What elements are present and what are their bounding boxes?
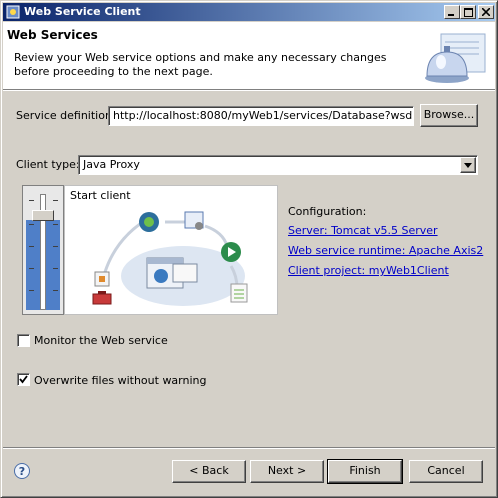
slider-tick bbox=[53, 246, 58, 247]
window-title: Web Service Client bbox=[24, 5, 141, 18]
minimize-icon bbox=[448, 14, 454, 16]
client-level-slider[interactable] bbox=[22, 185, 64, 315]
maximize-button[interactable] bbox=[460, 5, 476, 19]
wizard-header: Web Services Review your Web service opt… bbox=[3, 22, 495, 89]
help-icon[interactable]: ? bbox=[13, 462, 31, 480]
service-definition-value: http://localhost:8080/myWeb1/services/Da… bbox=[113, 109, 414, 122]
client-project-link[interactable]: Client project: myWeb1Client bbox=[288, 264, 449, 277]
slider-tick bbox=[29, 246, 34, 247]
maximize-icon bbox=[463, 7, 473, 17]
checkmark-icon bbox=[19, 375, 28, 384]
monitor-label: Monitor the Web service bbox=[34, 334, 168, 347]
start-icon bbox=[184, 211, 204, 230]
close-icon bbox=[482, 8, 490, 16]
client-level-illustration: Start client bbox=[64, 185, 278, 315]
lifecycle-diagram bbox=[92, 211, 248, 306]
browse-button[interactable]: Browse... bbox=[420, 104, 478, 127]
deploy-icon bbox=[94, 271, 110, 287]
header-divider-highlight bbox=[3, 90, 495, 91]
service-bell-icon bbox=[425, 33, 486, 83]
chevron-down-icon bbox=[464, 163, 472, 168]
minimize-button[interactable] bbox=[444, 5, 460, 19]
back-button[interactable]: < Back bbox=[172, 460, 246, 483]
client-type-value: Java Proxy bbox=[83, 158, 140, 171]
runtime-link[interactable]: Web service runtime: Apache Axis2 bbox=[288, 244, 483, 257]
start-client-label: Start client bbox=[70, 189, 131, 202]
slider-tick bbox=[53, 290, 58, 291]
slider-tick bbox=[29, 200, 34, 201]
client-type-select[interactable]: Java Proxy bbox=[78, 155, 478, 175]
slider-tick bbox=[53, 224, 58, 225]
install-icon bbox=[139, 212, 159, 232]
test-icon bbox=[230, 283, 248, 303]
configuration-label: Configuration: bbox=[288, 205, 367, 218]
close-button[interactable] bbox=[478, 5, 494, 19]
svg-text:?: ? bbox=[19, 465, 25, 478]
slider-tick bbox=[53, 268, 58, 269]
slider-tick bbox=[29, 224, 34, 225]
app-icon bbox=[6, 5, 20, 19]
monitor-checkbox[interactable] bbox=[17, 334, 30, 347]
cancel-button[interactable]: Cancel bbox=[409, 460, 483, 483]
title-bar[interactable]: Web Service Client bbox=[3, 3, 495, 21]
page-description: Review your Web service options and make… bbox=[14, 51, 387, 78]
slider-tick bbox=[29, 290, 34, 291]
service-definition-input[interactable]: http://localhost:8080/myWeb1/services/Da… bbox=[108, 106, 414, 126]
overwrite-checkbox[interactable] bbox=[17, 373, 30, 386]
overwrite-label: Overwrite files without warning bbox=[34, 374, 207, 387]
next-button[interactable]: Next > bbox=[250, 460, 324, 483]
slider-thumb[interactable] bbox=[32, 210, 54, 221]
finish-button[interactable]: Finish bbox=[327, 459, 403, 484]
slider-tick bbox=[53, 200, 58, 201]
client-type-label: Client type: bbox=[16, 158, 80, 171]
toolbox-icon bbox=[92, 291, 112, 305]
slider-tick bbox=[29, 268, 34, 269]
client-type-dropdown-button[interactable] bbox=[460, 157, 476, 173]
service-definition-label: Service definition: bbox=[16, 109, 116, 122]
server-link[interactable]: Server: Tomcat v5.5 Server bbox=[288, 224, 438, 237]
footer-divider-highlight bbox=[3, 448, 495, 449]
run-icon bbox=[221, 242, 241, 262]
page-title: Web Services bbox=[7, 28, 98, 42]
